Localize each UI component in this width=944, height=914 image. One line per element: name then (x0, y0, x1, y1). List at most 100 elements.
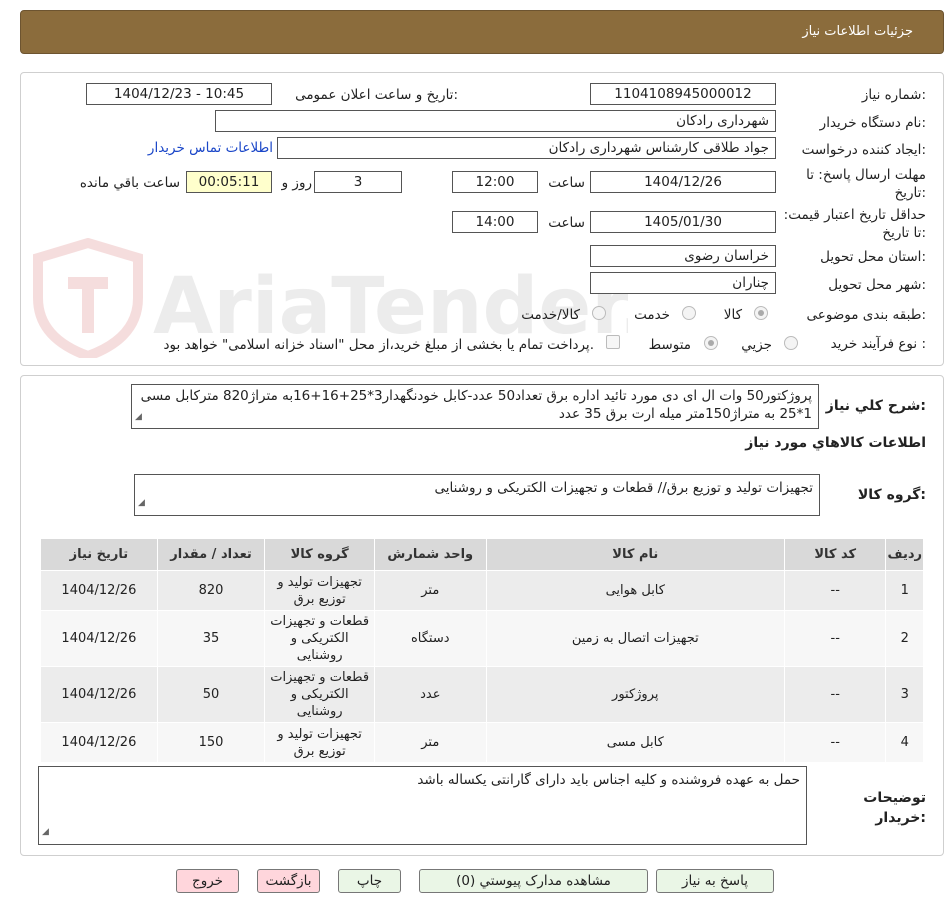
need-number-field: 1104108945000012 (590, 83, 776, 105)
requester-field: جواد طلاقی کارشناس شهرداری رادکان (277, 137, 776, 159)
row-date: 1404/12/26 (40, 722, 158, 763)
reply-time-field: 12:00 (452, 171, 538, 193)
row-qty: 50 (156, 666, 266, 723)
category-radio-goods-service[interactable] (592, 306, 606, 320)
table-row: 2 -- تجهیزات اتصال به زمین دستگاه قطعات … (40, 610, 924, 667)
requester-label: ایجاد کننده درخواست: (801, 142, 926, 158)
exit-button[interactable]: خروج (176, 869, 239, 893)
general-desc-text: پروژکتور50 وات ال ای دی مورد تائید اداره… (140, 388, 812, 422)
row-group: قطعات و تجهیزات الکتریکی و روشنایی (264, 666, 375, 723)
province-label: استان محل تحویل: (820, 249, 926, 265)
row-index: 4 (885, 722, 924, 763)
row-name: کابل مسی (485, 722, 785, 763)
buyer-notes-text: حمل به عهده فروشنده و کلیه اجناس باید دا… (417, 772, 800, 788)
category-radio-service[interactable] (682, 306, 696, 320)
view-attachments-button[interactable]: مشاهده مدارک پیوستي (0) (419, 869, 648, 893)
resize-grip-icon[interactable]: ◢ (135, 408, 142, 426)
table-row: 1 -- کابل هوایی متر تجهیزات تولید و توزی… (40, 570, 924, 611)
row-unit: متر (373, 722, 487, 763)
buyer-org-label: نام دستگاه خریدار: (819, 115, 926, 131)
announce-datetime-field: 1404/12/23 - 10:45 (86, 83, 272, 105)
row-index: 1 (885, 570, 924, 611)
goods-table: ردیف کد کالا نام کالا واحد شمارش گروه کا… (40, 538, 924, 763)
row-code: -- (783, 570, 887, 611)
col-qty: تعداد / مقدار (156, 538, 266, 571)
col-date: تاریخ نیاز (40, 538, 158, 571)
row-index: 2 (885, 610, 924, 667)
process-radio-minor[interactable] (784, 336, 798, 350)
need-number-label: شماره نیاز: (861, 87, 926, 103)
city-field: چناران (590, 272, 776, 294)
row-qty: 150 (156, 722, 266, 763)
col-name: نام کالا (485, 538, 785, 571)
row-date: 1404/12/26 (40, 610, 158, 667)
page-header: جزئیات اطلاعات نیاز (20, 10, 944, 54)
days-field: 3 (314, 171, 402, 193)
row-group: تجهیزات تولید و توزیع برق (264, 570, 375, 611)
row-unit: دستگاه (373, 610, 487, 667)
process-medium-label: متوسط (648, 337, 691, 353)
reply-time-word: ساعت (548, 175, 585, 191)
general-desc-field: پروژکتور50 وات ال ای دی مورد تائید اداره… (131, 384, 819, 429)
row-qty: 820 (156, 570, 266, 611)
buyer-org-field: شهرداری رادکان (215, 110, 776, 132)
col-group: گروه کالا (264, 538, 375, 571)
col-code: کد کالا (783, 538, 887, 571)
province-field: خراسان رضوی (590, 245, 776, 267)
resize-grip-icon[interactable]: ◢ (42, 823, 49, 842)
process-radio-medium[interactable] (704, 336, 718, 350)
remaining-label: ساعت باقي مانده (79, 175, 180, 191)
buyer-notes-field: حمل به عهده فروشنده و کلیه اجناس باید دا… (38, 766, 807, 845)
resize-grip-icon[interactable]: ◢ (138, 494, 145, 513)
row-index: 3 (885, 666, 924, 723)
goods-group-label: گروه کالا: (857, 487, 926, 503)
goods-group-field: تجهیزات تولید و توزیع برق// قطعات و تجهی… (134, 474, 820, 516)
table-row: 3 -- پروژکتور عدد قطعات و تجهیزات الکتری… (40, 666, 924, 723)
remaining-time-field: 00:05:11 (186, 171, 272, 193)
treasury-checkbox[interactable] (606, 335, 620, 349)
category-goods-service-label: کالا/خدمت (521, 307, 580, 323)
validity-time-word: ساعت (548, 215, 585, 231)
row-qty: 35 (156, 610, 266, 667)
row-name: کابل هوایی (485, 570, 785, 611)
col-unit: واحد شمارش (373, 538, 487, 571)
process-minor-label: جزیي (741, 337, 772, 353)
validity-time-field: 14:00 (452, 211, 538, 233)
row-group: تجهیزات تولید و توزیع برق (264, 722, 375, 763)
category-radio-goods[interactable] (754, 306, 768, 320)
table-header-row: ردیف کد کالا نام کالا واحد شمارش گروه کا… (40, 538, 924, 571)
validity-date-field: 1405/01/30 (590, 211, 776, 233)
category-service-label: خدمت (634, 307, 670, 323)
row-unit: متر (373, 570, 487, 611)
category-goods-label: کالا (723, 307, 742, 323)
category-label: طبقه بندی موضوعی: (806, 307, 926, 323)
row-name: پروژکتور (485, 666, 785, 723)
reply-deadline-label: مهلت ارسال پاسخ: تا تاریخ: (806, 167, 926, 201)
col-index: ردیف (885, 538, 924, 571)
buyer-notes-label: توضیحات خریدار: (863, 790, 926, 826)
announce-datetime-label: تاریخ و ساعت اعلان عمومی: (295, 87, 458, 103)
city-label: شهر محل تحویل: (828, 277, 926, 293)
back-button[interactable]: بازگشت (257, 869, 320, 893)
reply-date-field: 1404/12/26 (590, 171, 776, 193)
table-row: 4 -- کابل مسی متر تجهیزات تولید و توزیع … (40, 722, 924, 763)
goods-info-heading: اطلاعات کالاهاي مورد نياز (745, 435, 926, 451)
row-code: -- (783, 666, 887, 723)
goods-group-text: تجهیزات تولید و توزیع برق// قطعات و تجهی… (434, 480, 813, 496)
row-name: تجهیزات اتصال به زمین (485, 610, 785, 667)
days-word: روز و (281, 175, 312, 191)
buyer-contact-link[interactable]: اطلاعات تماس خریدار (148, 140, 273, 156)
process-label: نوع فرآیند خرید : (830, 336, 926, 352)
general-desc-label: شرح کلي نياز: (825, 398, 926, 414)
row-code: -- (783, 610, 887, 667)
validity-label: حداقل تاریخ اعتبار قیمت: تا تاریخ: (783, 207, 926, 241)
print-button[interactable]: چاپ (338, 869, 401, 893)
page-title: جزئیات اطلاعات نیاز (802, 24, 913, 39)
row-code: -- (783, 722, 887, 763)
reply-button[interactable]: پاسخ به نیاز (656, 869, 774, 893)
row-date: 1404/12/26 (40, 666, 158, 723)
treasury-note: پرداخت تمام یا بخشی از مبلغ خرید،از محل … (163, 337, 594, 353)
row-unit: عدد (373, 666, 487, 723)
row-group: قطعات و تجهیزات الکتریکی و روشنایی (264, 610, 375, 667)
row-date: 1404/12/26 (40, 570, 158, 611)
